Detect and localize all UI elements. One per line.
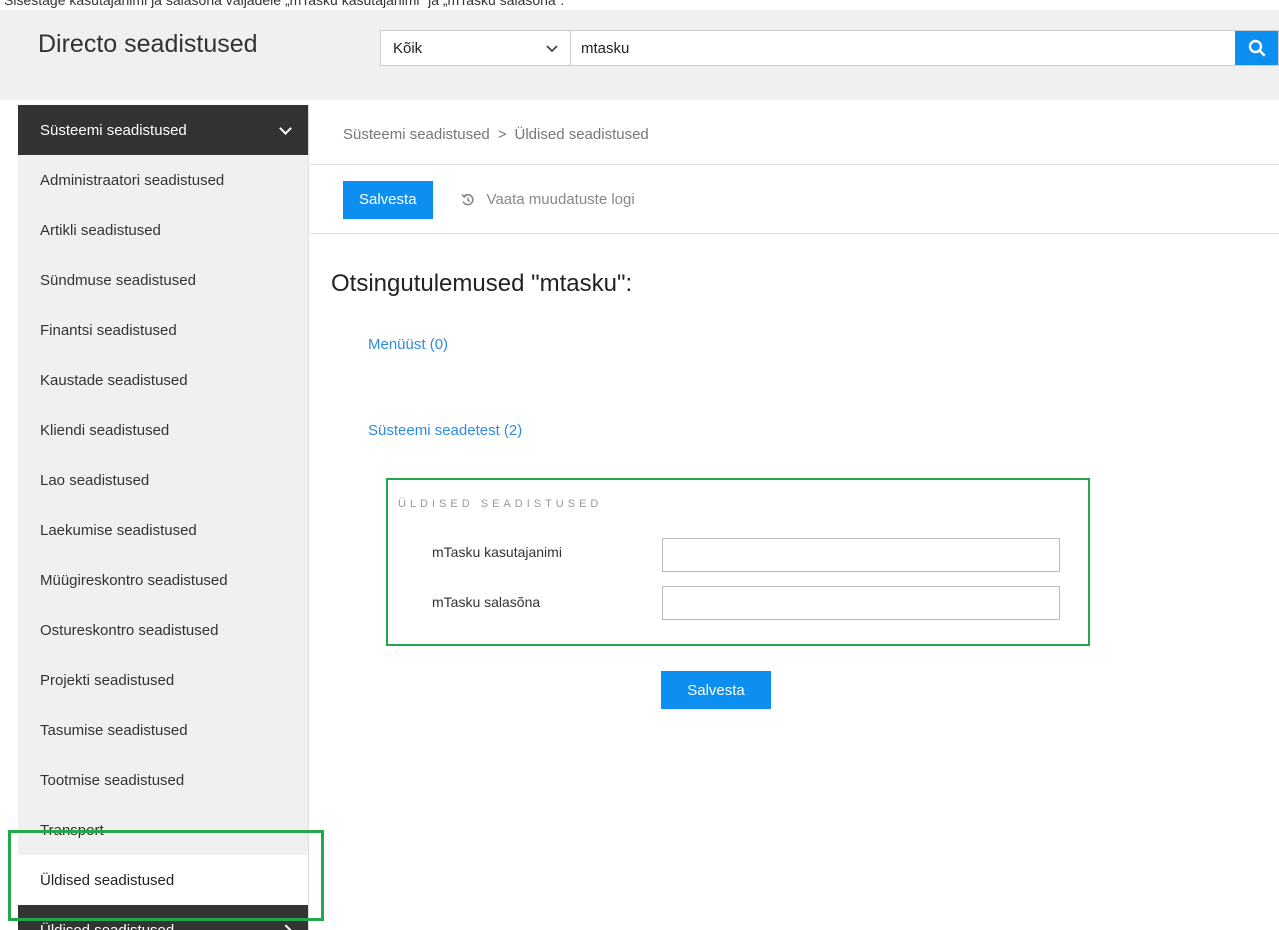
log-link-label: Vaata muudatuste logi (486, 191, 635, 208)
breadcrumb-parent[interactable]: Süsteemi seadistused (343, 126, 490, 143)
mtasku-username-field[interactable] (662, 538, 1060, 572)
sidebar-item-transport[interactable]: Transport (18, 805, 308, 855)
sidebar-section-label: Üldised seadistused (40, 921, 175, 930)
sidebar-item-label: Administraatori seadistused (40, 171, 225, 189)
header: Directo seadistused Kõik (0, 10, 1279, 100)
app-title: Directo seadistused (38, 30, 258, 58)
sidebar-item-label: Projekti seadistused (40, 671, 175, 689)
sidebar-item-kliendi[interactable]: Kliendi seadistused (18, 405, 308, 455)
sidebar-item-label: Lao seadistused (40, 471, 150, 489)
sidebar-item-muugireskontro[interactable]: Müügireskontro seadistused (18, 555, 308, 605)
sidebar-item-laekumise[interactable]: Laekumise seadistused (18, 505, 308, 555)
sidebar-item-lao[interactable]: Lao seadistused (18, 455, 308, 505)
chevron-down-icon (279, 121, 292, 135)
mtasku-username-label: mTasku kasutajanimi (432, 544, 562, 560)
sidebar-header-system-settings[interactable]: Süsteemi seadistused (18, 105, 308, 155)
search-icon (1248, 39, 1265, 57)
sidebar-item-artikli[interactable]: Artikli seadistused (18, 205, 308, 255)
sidebar-item-label: Kaustade seadistused (40, 371, 188, 389)
sidebar-item-label: Tootmise seadistused (40, 771, 185, 789)
sidebar-item-label: Laekumise seadistused (40, 521, 197, 539)
chevron-down-icon (546, 41, 558, 56)
mtasku-password-label: mTasku salasõna (432, 594, 541, 610)
cut-off-instruction-text: Sisestage kasutajanimi ja salasõna välja… (0, 0, 1279, 10)
sidebar-item-label: Finantsi seadistused (40, 321, 177, 339)
sidebar-item-sundmuse[interactable]: Sündmuse seadistused (18, 255, 308, 305)
sidebar-item-uldised-active[interactable]: Üldised seadistused (18, 855, 308, 905)
search-button[interactable] (1235, 31, 1278, 65)
sidebar-header-label: Süsteemi seadistused (40, 121, 187, 139)
sidebar-item-label: Transport (40, 821, 104, 839)
system-settings-results-link[interactable]: Süsteemi seadetest (2) (368, 422, 522, 439)
save-button-bottom[interactable]: Salvesta (661, 671, 771, 709)
search-input[interactable] (571, 31, 1235, 65)
sidebar-item-label: Tasumise seadistused (40, 721, 188, 739)
toolbar: Salvesta Vaata muudatuste logi (310, 166, 1279, 234)
save-button[interactable]: Salvesta (343, 180, 433, 219)
mtasku-password-field[interactable] (662, 586, 1060, 620)
breadcrumb: Süsteemi seadistused > Üldised seadistus… (310, 105, 1279, 165)
sidebar-item-tootmise[interactable]: Tootmise seadistused (18, 755, 308, 805)
card-title: ÜLDISED SEADISTUSED (398, 498, 603, 510)
sidebar-item-label: Üldised seadistused (40, 871, 175, 889)
sidebar-item-ostureskontro[interactable]: Ostureskontro seadistused (18, 605, 308, 655)
view-change-log-link[interactable]: Vaata muudatuste logi (460, 191, 635, 208)
sidebar-item-label: Artikli seadistused (40, 221, 161, 239)
breadcrumb-separator: > (497, 126, 507, 143)
search-results-title: Otsingutulemused "mtasku": (331, 270, 633, 297)
search-bar: Kõik (380, 30, 1279, 66)
history-icon (460, 193, 474, 205)
sidebar-item-finantsi[interactable]: Finantsi seadistused (18, 305, 308, 355)
chevron-right-icon (280, 924, 292, 930)
sidebar-item-administraator[interactable]: Administraatori seadistused (18, 155, 308, 205)
sidebar-item-label: Kliendi seadistused (40, 421, 170, 439)
menu-results-link[interactable]: Menüüst (0) (368, 336, 448, 353)
search-scope-select[interactable]: Kõik (381, 31, 571, 65)
sidebar-item-label: Ostureskontro seadistused (40, 621, 219, 639)
sidebar-item-label: Müügireskontro seadistused (40, 571, 228, 589)
instruction-text: Sisestage kasutajanimi ja salasõna välja… (4, 0, 565, 8)
scope-value: Kõik (393, 39, 423, 57)
sidebar-item-kaustade[interactable]: Kaustade seadistused (18, 355, 308, 405)
sidebar-item-label: Sündmuse seadistused (40, 271, 196, 289)
sidebar: Süsteemi seadistused Administraatori sea… (18, 105, 309, 930)
sidebar-item-projekti[interactable]: Projekti seadistused (18, 655, 308, 705)
breadcrumb-current: Üldised seadistused (514, 126, 649, 143)
general-settings-card: ÜLDISED SEADISTUSED mTasku kasutajanimi … (386, 478, 1090, 646)
sidebar-section-uldised[interactable]: Üldised seadistused (18, 905, 308, 930)
sidebar-item-tasumise[interactable]: Tasumise seadistused (18, 705, 308, 755)
